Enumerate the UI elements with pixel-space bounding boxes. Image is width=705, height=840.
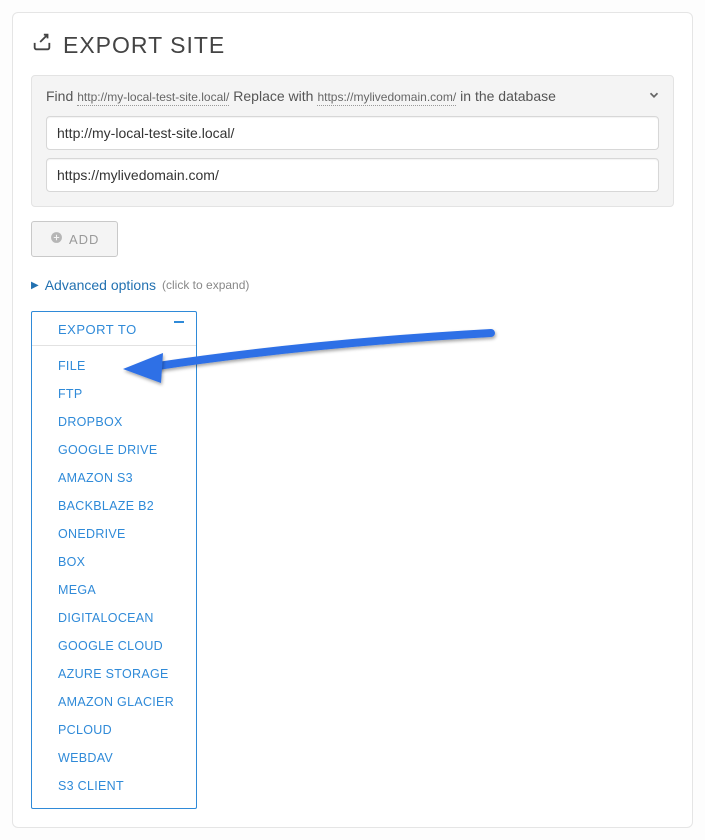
find-value-display: http://my-local-test-site.local/ [77, 90, 229, 106]
export-item-box[interactable]: BOX [32, 548, 196, 576]
replace-input[interactable] [46, 158, 659, 192]
triangle-right-icon: ▶ [31, 280, 39, 291]
card-title-row: EXPORT SITE [31, 31, 674, 59]
export-to-header-label: EXPORT TO [58, 322, 137, 337]
export-icon [31, 31, 53, 59]
export-item-google-cloud[interactable]: GOOGLE CLOUD [32, 632, 196, 660]
find-label: Find [46, 88, 73, 104]
find-input[interactable] [46, 116, 659, 150]
export-item-digitalocean[interactable]: DIGITALOCEAN [32, 604, 196, 632]
export-item-pcloud[interactable]: PCLOUD [32, 716, 196, 744]
export-site-card: EXPORT SITE Find http://my-local-test-si… [12, 12, 693, 828]
export-item-onedrive[interactable]: ONEDRIVE [32, 520, 196, 548]
export-item-dropbox[interactable]: DROPBOX [32, 408, 196, 436]
advanced-options-link[interactable]: Advanced options [45, 277, 156, 293]
find-replace-summary: Find http://my-local-test-site.local/ Re… [46, 88, 659, 106]
advanced-options-hint: (click to expand) [162, 278, 249, 292]
export-item-azure-storage[interactable]: AZURE STORAGE [32, 660, 196, 688]
export-item-webdav[interactable]: WEBDAV [32, 744, 196, 772]
advanced-options-row[interactable]: ▶ Advanced options (click to expand) [31, 277, 674, 293]
export-to-header[interactable]: EXPORT TO [32, 312, 196, 346]
find-replace-group: Find http://my-local-test-site.local/ Re… [31, 75, 674, 207]
export-item-mega[interactable]: MEGA [32, 576, 196, 604]
find-suffix: in the database [460, 88, 556, 104]
plus-circle-icon [50, 231, 63, 247]
export-to-panel: EXPORT TO FILEFTPDROPBOXGOOGLE DRIVEAMAZ… [31, 311, 197, 809]
minus-icon [174, 321, 184, 323]
export-item-ftp[interactable]: FTP [32, 380, 196, 408]
export-item-amazon-s3[interactable]: AMAZON S3 [32, 464, 196, 492]
export-to-list: FILEFTPDROPBOXGOOGLE DRIVEAMAZON S3BACKB… [32, 346, 196, 808]
chevron-down-icon[interactable] [647, 88, 661, 107]
replace-value-display: https://mylivedomain.com/ [317, 90, 456, 106]
export-item-amazon-glacier[interactable]: AMAZON GLACIER [32, 688, 196, 716]
export-item-file[interactable]: FILE [32, 352, 196, 380]
export-item-s3-client[interactable]: S3 CLIENT [32, 772, 196, 800]
replace-label: Replace with [233, 88, 313, 104]
add-button-label: ADD [69, 232, 99, 247]
export-item-google-drive[interactable]: GOOGLE DRIVE [32, 436, 196, 464]
export-item-backblaze-b2[interactable]: BACKBLAZE B2 [32, 492, 196, 520]
add-button[interactable]: ADD [31, 221, 118, 257]
card-title-text: EXPORT SITE [63, 32, 225, 59]
